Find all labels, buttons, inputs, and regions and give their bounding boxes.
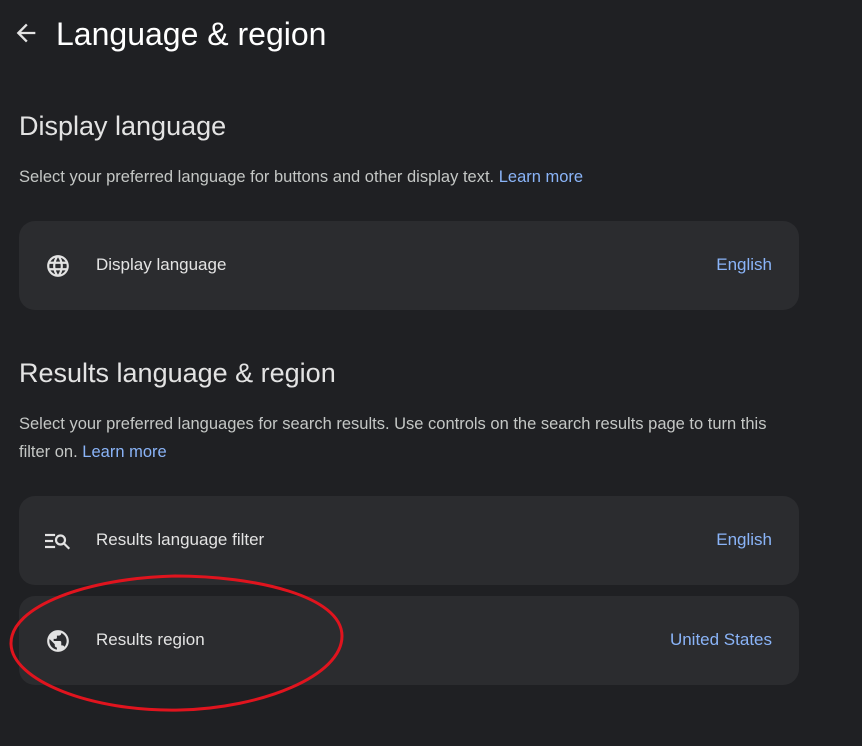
display-language-description: Select your preferred language for butto… [19, 168, 584, 186]
display-language-learn-more-link[interactable]: Learn more [499, 168, 583, 186]
results-language-filter-label: Results language filter [96, 530, 265, 549]
results-learn-more-link[interactable]: Learn more [82, 443, 166, 461]
filter-search-icon [45, 533, 71, 550]
display-language-label: Display language [96, 255, 227, 274]
globe-icon [47, 255, 69, 277]
earth-icon [47, 630, 69, 652]
display-language-row[interactable]: Display language English [19, 221, 799, 310]
back-arrow-icon[interactable] [12, 19, 40, 47]
results-region-value: United States [669, 630, 772, 649]
display-language-heading: Display language [19, 111, 227, 141]
results-language-filter-value: English [716, 530, 772, 549]
results-language-filter-row[interactable]: Results language filter English [19, 496, 799, 585]
page-title: Language & region [56, 16, 327, 52]
results-language-region-description: Select your preferred languages for sear… [19, 415, 767, 461]
display-language-value: English [716, 255, 772, 274]
results-region-row[interactable]: Results region United States [19, 596, 799, 685]
results-language-region-heading: Results language & region [19, 358, 336, 388]
results-region-label: Results region [96, 630, 205, 649]
